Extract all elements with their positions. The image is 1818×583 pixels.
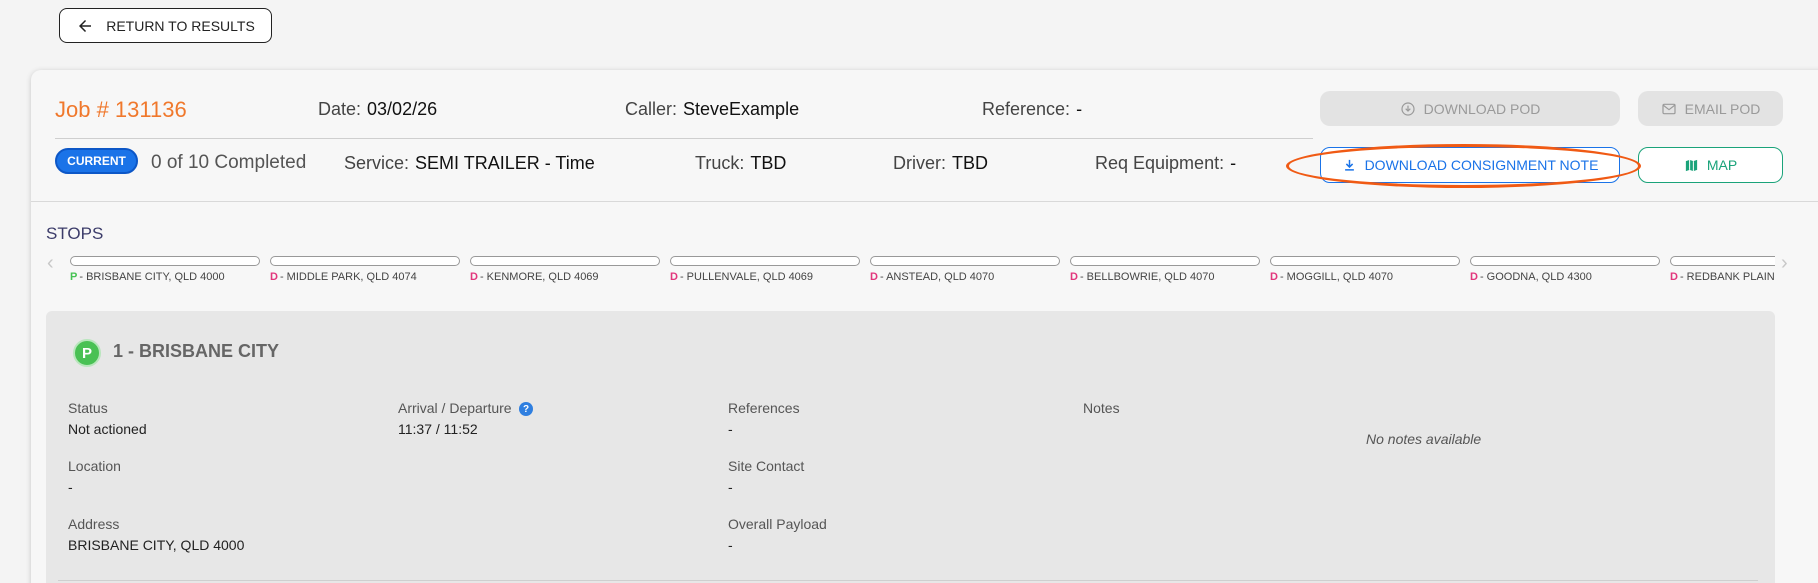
stop-label: D- BELLBOWRIE, QLD 4070 [1070,271,1262,283]
stop-item[interactable]: D- GOODNA, QLD 4300 [1470,256,1662,283]
stop-progress-bar [470,256,660,266]
stop-item[interactable]: D- MOGGILL, QLD 4070 [1270,256,1462,283]
stop-label: D- PULLENVALE, QLD 4069 [670,271,862,283]
email-pod-button[interactable]: EMAIL POD [1638,91,1783,126]
job-service: Service: SEMI TRAILER - Time [344,153,595,173]
stop-type-code: D [670,271,678,283]
download-icon [1344,159,1354,171]
site-contact-label: Site Contact [728,458,805,474]
stops-title: STOPS [46,224,104,243]
address-value: BRISBANE CITY, QLD 4000 [68,537,245,553]
references-label: References [728,400,800,416]
stop-item[interactable]: D- KENMORE, QLD 4069 [470,256,662,283]
job-caller: Caller: SteveExample [625,99,800,119]
stop-location: - MOGGILL, QLD 4070 [1279,271,1394,283]
completed-count: 0 of 10 Completed [151,152,307,173]
stop-item[interactable]: D- PULLENVALE, QLD 4069 [670,256,862,283]
stop-progress-bar [670,256,860,266]
job-req-equipment: Req Equipment: - [1095,153,1237,173]
map-icon [1685,159,1697,171]
arrival-value: 11:37 / 11:52 [398,421,478,437]
arrival-label: Arrival / Departure [398,400,512,416]
job-truck: Truck: TBD [695,153,787,173]
stop-location: - PULLENVALE, QLD 4069 [679,271,814,283]
stop-progress-bar [1270,256,1460,266]
stop-type-code: P [70,271,78,283]
stop-label: D- ANSTEAD, QLD 4070 [870,271,1062,283]
stop-type-code: D [1070,271,1078,283]
stop-location: - GOODNA, QLD 4300 [1479,271,1592,283]
stop-item[interactable]: D- REDBANK PLAINS, QLD 4301 [1670,256,1775,283]
stop-item[interactable]: P- BRISBANE CITY, QLD 4000 [70,256,262,283]
stop-progress-bar [70,256,260,266]
chevron-left-icon[interactable]: ‹ [47,252,54,275]
stop-type-code: D [870,271,878,283]
stop-type-code: D [1470,271,1478,283]
job-reference: Reference: - [982,99,1083,119]
stop-label: D- GOODNA, QLD 4300 [1470,271,1662,283]
stop-location: - MIDDLE PARK, QLD 4074 [279,271,417,283]
section-divider [31,201,1818,202]
stop-progress-bar [870,256,1060,266]
status-value: Not actioned [68,421,147,437]
stop-heading: 1 - BRISBANE CITY [113,341,280,361]
download-consignment-note-button[interactable]: DOWNLOAD CONSIGNMENT NOTE [1320,147,1620,183]
stop-progress-bar [1470,256,1660,266]
help-icon[interactable]: ? [519,402,533,416]
chevron-right-icon[interactable]: › [1781,252,1788,275]
stop-progress-bar [1070,256,1260,266]
stop-location: - BELLBOWRIE, QLD 4070 [1079,271,1215,283]
stop-progress-bar [1670,256,1775,266]
stop-label: D- KENMORE, QLD 4069 [470,271,662,283]
location-value: - [68,479,73,495]
stops-timeline: P- BRISBANE CITY, QLD 4000 D - MIDDLE PARK… [70,256,1775,286]
stop-location: - BRISBANE CITY, QLD 4000 [79,271,225,283]
download-circle-icon [1401,101,1415,116]
status-label: Status [68,400,108,416]
stop-location: - KENMORE, QLD 4069 [479,271,599,283]
stop-type-code: D [470,271,478,283]
stop-label: D- MIDDLE PARK, QLD 4074 [270,271,462,283]
job-title: Job # 131136 [55,97,187,122]
job-date: Date: 03/02/26 [318,99,438,119]
arrow-left-icon [79,19,92,32]
return-to-results-button[interactable]: RETURN TO RESULTS [59,8,272,43]
download-pod-button[interactable]: DOWNLOAD POD [1320,91,1620,126]
panel-divider [58,580,1758,581]
stop-type-code: D [1270,271,1278,283]
header-divider [55,138,1313,139]
stop-label: D- REDBANK PLAINS, QLD 4301 [1670,271,1775,283]
stop-item[interactable]: D- MIDDLE PARK, QLD 4074 [270,256,462,283]
stop-location: - REDBANK PLAINS, QLD 4301 [1679,271,1775,283]
stop-progress-bar [270,256,460,266]
email-icon [1662,103,1676,114]
address-label: Address [68,516,120,532]
stop-type-code: D [270,271,278,283]
pickup-icon: P [73,339,101,367]
notes-value: No notes available [1366,431,1482,447]
payload-label: Overall Payload [728,516,827,532]
job-driver: Driver: TBD [893,153,988,173]
status-badge: CURRENT [55,148,138,174]
stop-detail-panel [46,311,1775,583]
stop-location: - ANSTEAD, QLD 4070 [879,271,995,283]
stop-type-code: D [1670,271,1678,283]
site-contact-value: - [728,479,733,495]
stop-item[interactable]: D- ANSTEAD, QLD 4070 [870,256,1062,283]
stop-label: P- BRISBANE CITY, QLD 4000 [70,271,262,283]
references-value: - [728,421,733,437]
payload-value: - [728,537,733,553]
stop-label: D- MOGGILL, QLD 4070 [1270,271,1462,283]
map-button[interactable]: MAP [1638,147,1783,183]
location-label: Location [68,458,121,474]
notes-label: Notes [1083,400,1120,416]
stop-item[interactable]: D- BELLBOWRIE, QLD 4070 [1070,256,1262,283]
return-label: RETURN TO RESULTS [106,17,255,34]
